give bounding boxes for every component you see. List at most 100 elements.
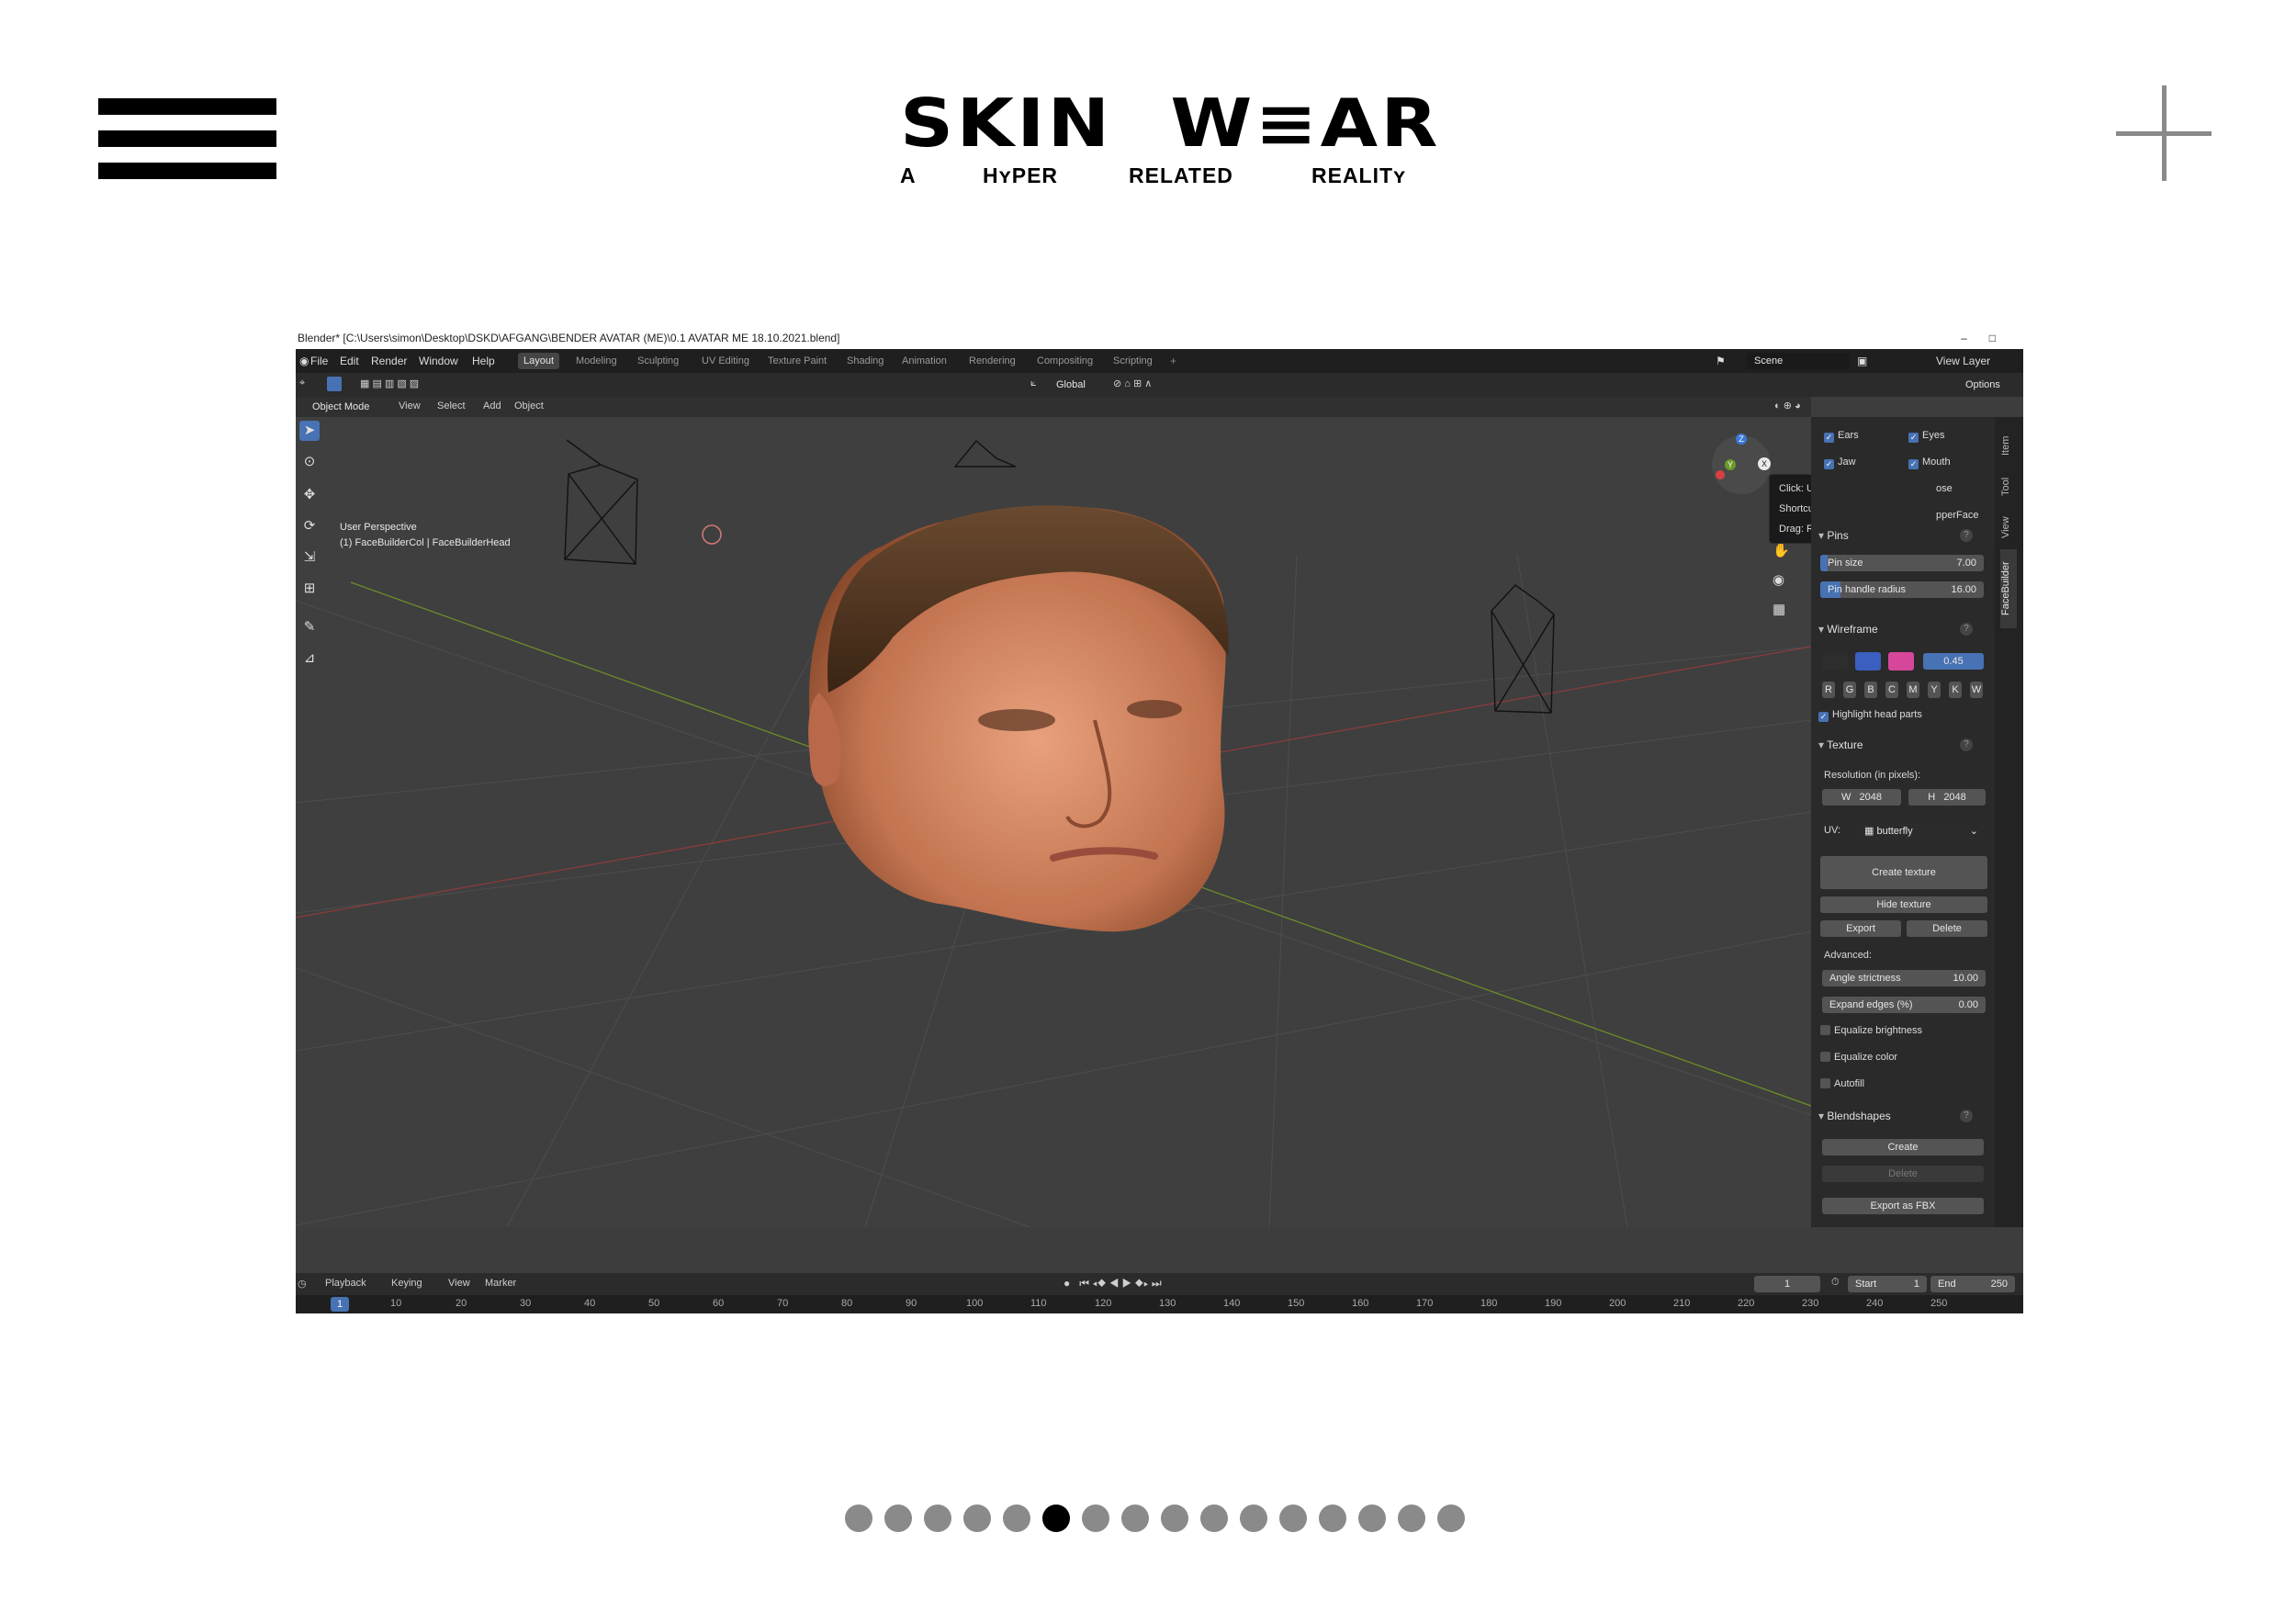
carousel-dot[interactable] xyxy=(884,1505,912,1532)
gizmo-y-axis[interactable]: Y xyxy=(1725,459,1736,470)
part-mouth-checkbox[interactable]: ✓ Mouth xyxy=(1908,456,1951,469)
texture-height-field[interactable]: H 2048 xyxy=(1908,789,1986,806)
equalize-color-checkbox[interactable]: Equalize color xyxy=(1820,1052,1897,1063)
selection-mode-icons[interactable]: ▦ ▤ ▥ ▧ ▨ xyxy=(360,378,419,389)
carousel-dot[interactable] xyxy=(1319,1505,1346,1532)
letter-button[interactable]: Y xyxy=(1928,682,1941,698)
view-layer-icon[interactable]: ▣ xyxy=(1857,355,1867,367)
gizmo-negative-x[interactable] xyxy=(1716,470,1725,479)
pins-section-title[interactable]: Pins xyxy=(1818,529,1848,542)
tab-tool[interactable]: Tool xyxy=(2000,468,2017,505)
rotate-tool-icon[interactable]: ⟳ xyxy=(299,516,320,536)
carousel-dot[interactable] xyxy=(1240,1505,1267,1532)
viewport-menu-select[interactable]: Select xyxy=(437,400,466,411)
plus-icon[interactable] xyxy=(2116,85,2212,181)
gizmo-z-axis[interactable]: Z xyxy=(1736,434,1747,445)
letter-button[interactable]: M xyxy=(1907,682,1919,698)
carousel-dot[interactable] xyxy=(845,1505,872,1532)
annotate-tool-icon[interactable]: ✎ xyxy=(299,617,320,637)
angle-strictness-field[interactable]: Angle strictness 10.00 xyxy=(1822,970,1986,986)
letter-button[interactable]: B xyxy=(1864,682,1877,698)
tab-scripting[interactable]: Scripting xyxy=(1108,353,1158,369)
tab-facebuilder[interactable]: FaceBuilder xyxy=(2000,549,2017,628)
menu-edit[interactable]: Edit xyxy=(340,355,359,367)
tab-sculpting[interactable]: Sculpting xyxy=(632,353,684,369)
select-tool-icon[interactable]: ➤ xyxy=(299,421,320,441)
end-frame-field[interactable]: End 250 xyxy=(1930,1276,2015,1292)
part-eyes-checkbox[interactable]: ✓ Eyes xyxy=(1908,430,1944,443)
pin-size-field[interactable]: Pin size 7.00 xyxy=(1820,555,1984,571)
carousel-dot[interactable] xyxy=(1121,1505,1149,1532)
measure-tool-icon[interactable]: ⊿ xyxy=(299,648,320,669)
letter-button[interactable]: R xyxy=(1822,682,1835,698)
overlay-icons[interactable]: ◐ ⊕ ◕ xyxy=(1774,400,1801,411)
tab-texture-paint[interactable]: Texture Paint xyxy=(762,353,832,369)
export-fbx-button[interactable]: Export as FBX xyxy=(1822,1198,1984,1214)
blender-logo-icon[interactable]: ◉ xyxy=(299,355,309,367)
carousel-dot[interactable] xyxy=(1398,1505,1425,1532)
viewport-menu-add[interactable]: Add xyxy=(483,400,501,411)
letter-button[interactable]: G xyxy=(1843,682,1856,698)
texture-section-title[interactable]: Texture xyxy=(1818,738,1863,751)
blendshapes-create-button[interactable]: Create xyxy=(1822,1139,1984,1155)
start-frame-field[interactable]: Start 1 xyxy=(1848,1276,1927,1292)
3d-viewport[interactable]: User Perspective (1) FaceBuilderCol | Fa… xyxy=(296,417,1811,1227)
menu-render[interactable]: Render xyxy=(371,355,407,367)
transform-orientation[interactable]: Global xyxy=(1049,377,1117,393)
orientation-icon[interactable]: ⟀ xyxy=(1030,378,1037,389)
carousel-dot[interactable] xyxy=(924,1505,951,1532)
tab-layout[interactable]: Layout xyxy=(518,353,560,369)
scale-tool-icon[interactable]: ⇲ xyxy=(299,547,320,568)
letter-button[interactable]: K xyxy=(1949,682,1962,698)
carousel-dot[interactable] xyxy=(1082,1505,1109,1532)
help-icon[interactable]: ? xyxy=(1960,1110,1973,1122)
part-jaw-checkbox[interactable]: ✓ Jaw xyxy=(1824,456,1856,469)
carousel-dot[interactable] xyxy=(1437,1505,1465,1532)
carousel-dot[interactable] xyxy=(963,1505,991,1532)
expand-edges-field[interactable]: Expand edges (%) 0.00 xyxy=(1822,997,1986,1013)
equalize-brightness-checkbox[interactable]: Equalize brightness xyxy=(1820,1025,1922,1036)
3d-cursor-icon[interactable] xyxy=(702,524,722,545)
tab-shading[interactable]: Shading xyxy=(841,353,889,369)
export-texture-button[interactable]: Export xyxy=(1820,920,1901,937)
timeline-ruler[interactable]: 1 10 20 30 40 50 60 70 80 90 100 110 120… xyxy=(296,1295,2023,1313)
current-frame-field[interactable]: 1 xyxy=(1754,1276,1820,1292)
letter-button[interactable]: W xyxy=(1970,682,1983,698)
transform-tool-icon[interactable]: ⊞ xyxy=(299,579,320,599)
wireframe-opacity-field[interactable]: 0.45 xyxy=(1923,653,1984,670)
options-dropdown[interactable]: Options xyxy=(1958,377,2019,393)
timeline-menu-playback[interactable]: Playback xyxy=(325,1278,366,1289)
cursor-tool-icon[interactable]: ⊙ xyxy=(299,452,320,472)
menu-file[interactable]: File xyxy=(310,355,328,367)
tab-rendering[interactable]: Rendering xyxy=(963,353,1021,369)
move-tool-icon[interactable]: ✥ xyxy=(299,485,320,505)
add-workspace-icon[interactable]: + xyxy=(1170,355,1176,367)
uv-layout-dropdown[interactable]: ▦ butterfly ⌄ xyxy=(1857,823,1986,840)
tab-modeling[interactable]: Modeling xyxy=(570,353,623,369)
wireframe-color-swatch[interactable] xyxy=(1855,652,1881,671)
pivot-icons[interactable]: ⊘ ⌂ ⊞ ∧ xyxy=(1113,378,1152,389)
create-texture-button[interactable]: Create texture xyxy=(1820,856,1987,889)
playback-controls[interactable]: ● ⏮ ◂◆ ◀ ▶ ◆▸ ⏭ xyxy=(1064,1277,1162,1291)
blendshapes-section-title[interactable]: Blendshapes xyxy=(1818,1110,1890,1122)
tab-uv-editing[interactable]: UV Editing xyxy=(696,353,755,369)
navigation-gizmo[interactable]: Z Y X xyxy=(1712,434,1771,494)
grid-view-icon[interactable]: ▦ xyxy=(1773,595,1790,625)
window-controls[interactable]: –□ xyxy=(1961,327,2018,349)
part-ears-checkbox[interactable]: ✓ Ears xyxy=(1824,430,1859,443)
timeline-menu-marker[interactable]: Marker xyxy=(485,1278,516,1289)
menu-help[interactable]: Help xyxy=(472,355,495,367)
timeline-editor-icon[interactable]: ◷ xyxy=(298,1278,307,1290)
help-icon[interactable]: ? xyxy=(1960,529,1973,542)
camera-view-icon[interactable]: ◉ xyxy=(1773,566,1790,595)
wireframe-color-swatch[interactable] xyxy=(1888,652,1914,671)
carousel-dot[interactable] xyxy=(1358,1505,1386,1532)
texture-width-field[interactable]: W 2048 xyxy=(1822,789,1901,806)
carousel-dot[interactable] xyxy=(1161,1505,1188,1532)
delete-texture-button[interactable]: Delete xyxy=(1907,920,1987,937)
timeline-menu-keying[interactable]: Keying xyxy=(391,1278,422,1289)
site-logo[interactable]: SKIN W≡AR A HʏPER RELATED REALITʏ xyxy=(900,90,1437,187)
tab-animation[interactable]: Animation xyxy=(896,353,952,369)
pin-radius-field[interactable]: Pin handle radius 16.00 xyxy=(1820,581,1984,598)
view-layer-selector[interactable]: View Layer xyxy=(1936,355,1990,367)
